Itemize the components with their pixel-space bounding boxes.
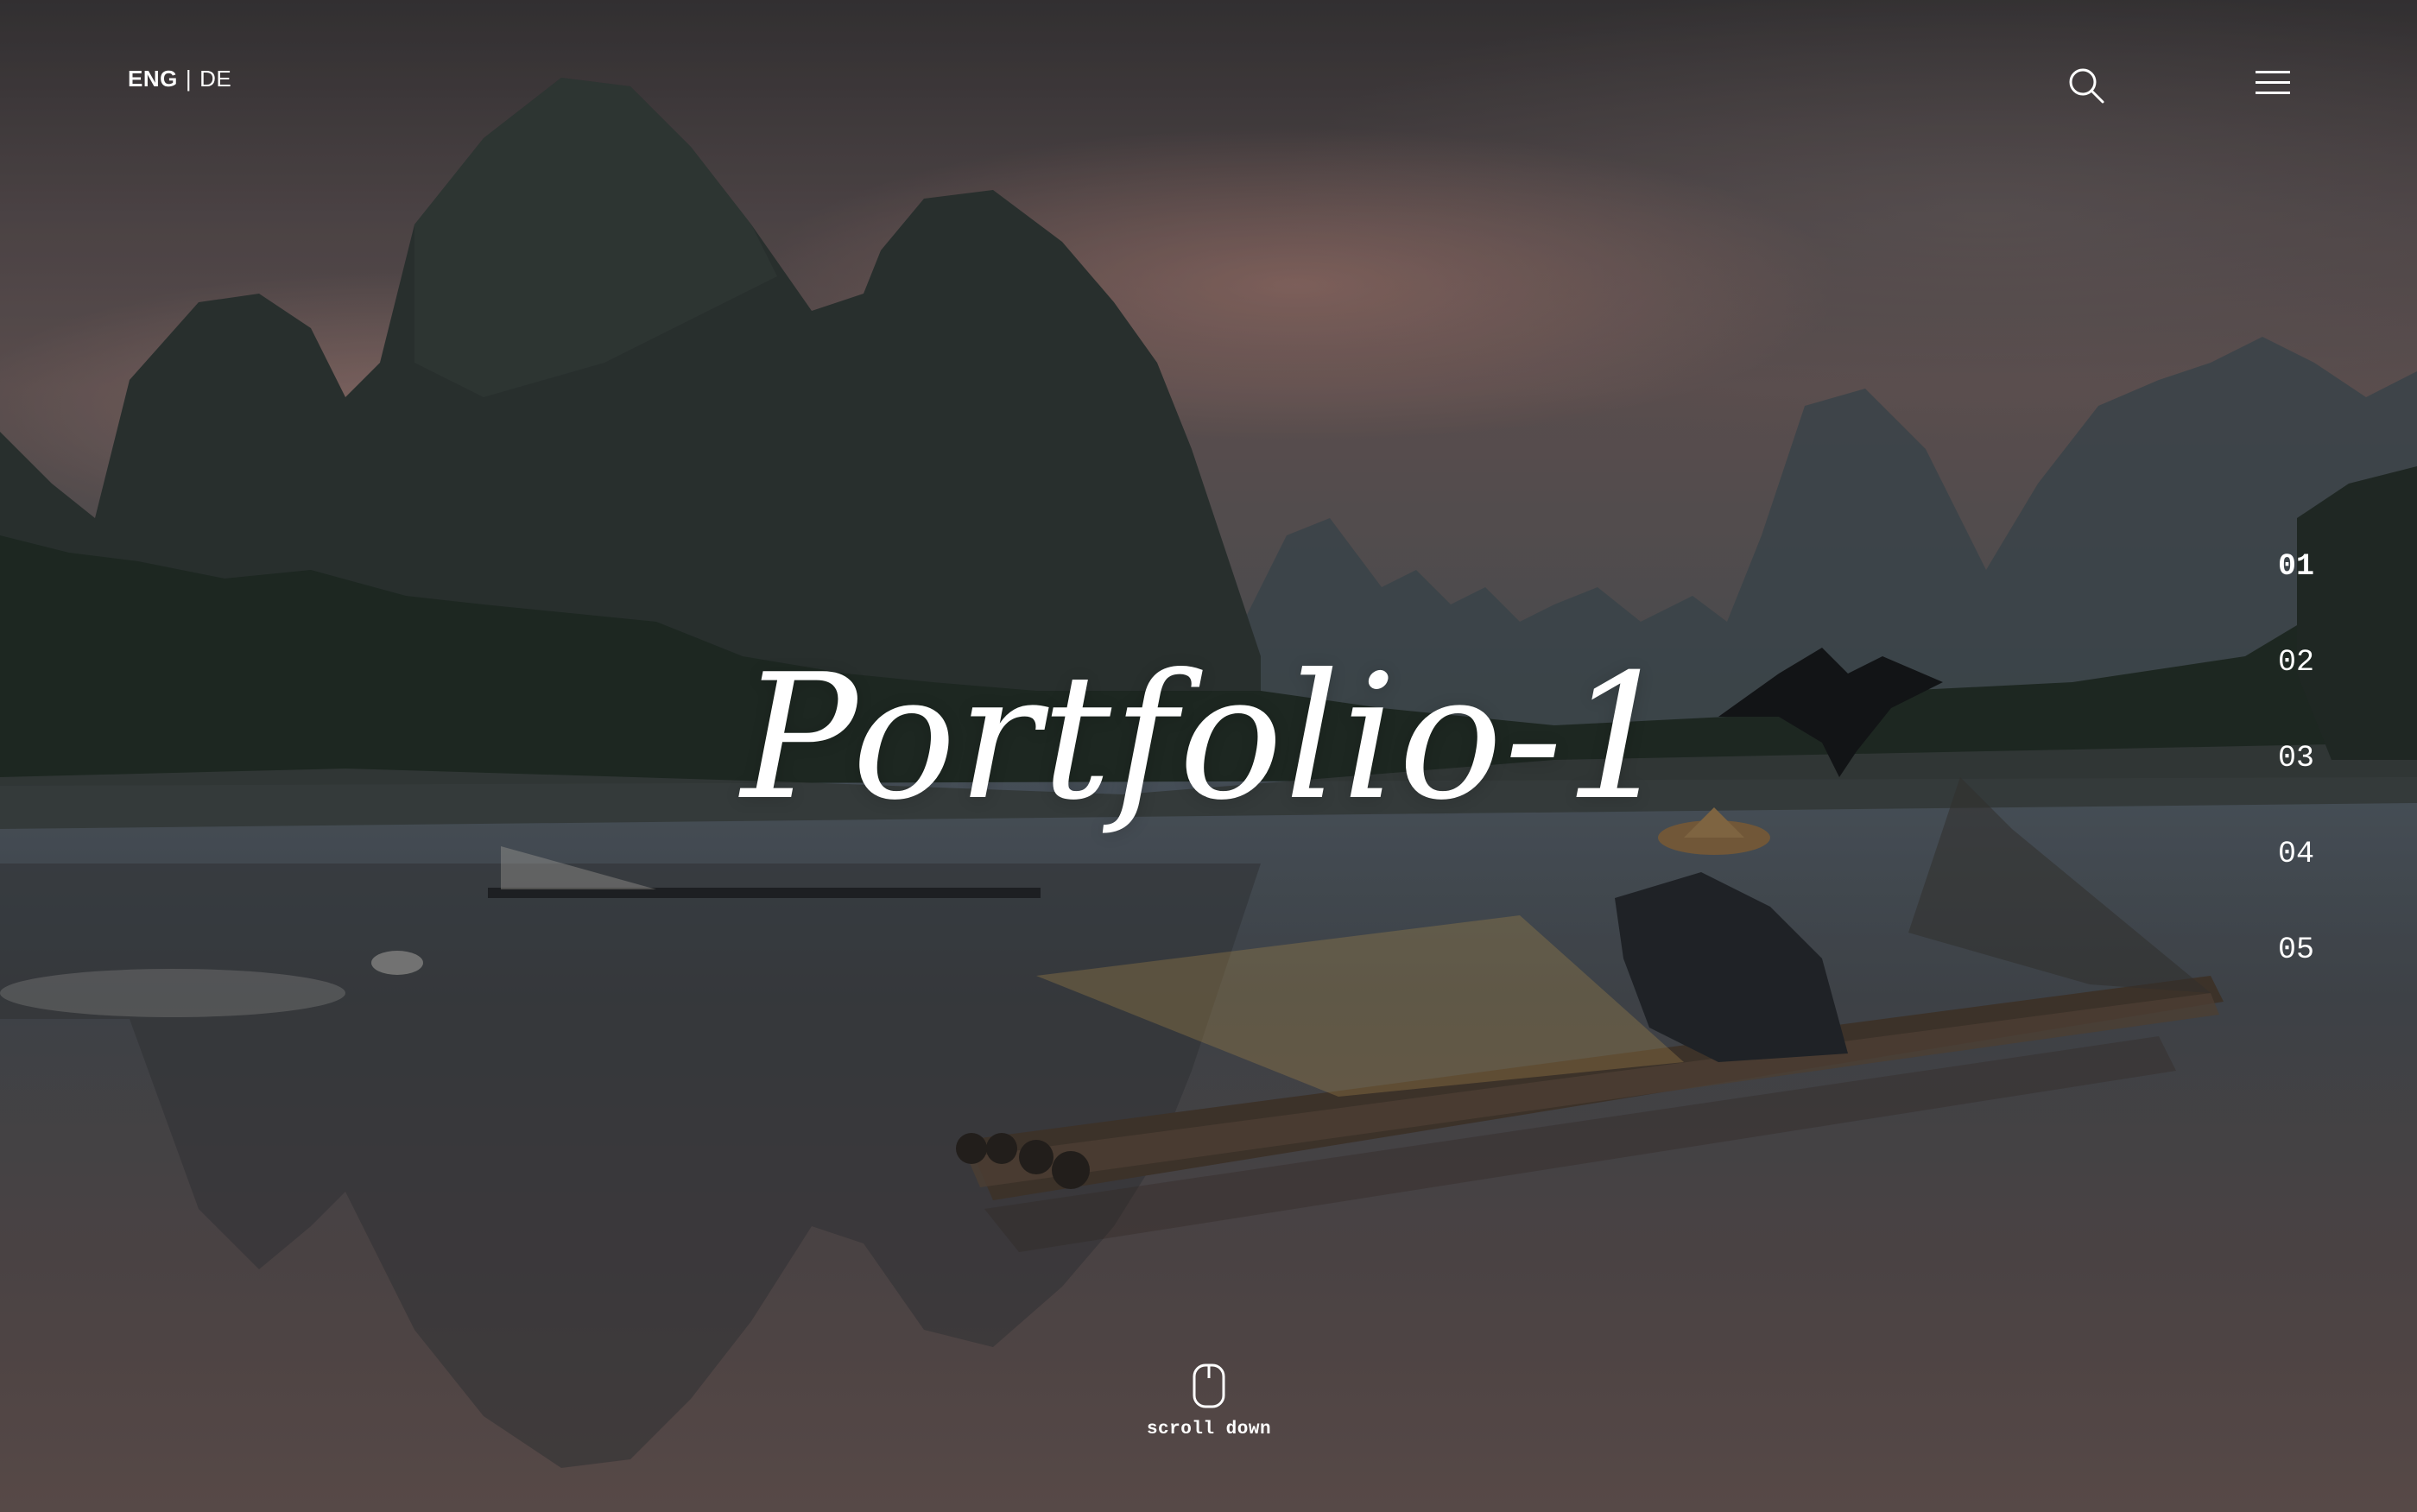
language-switcher: ENG | DE bbox=[128, 66, 231, 92]
slide-nav-item[interactable]: 04 bbox=[2245, 837, 2314, 933]
scroll-down-label: scroll down bbox=[1146, 1420, 1272, 1439]
slide-nav-item[interactable]: 02 bbox=[2245, 645, 2314, 741]
lang-separator: | bbox=[185, 66, 193, 92]
mouse-icon bbox=[1193, 1363, 1225, 1408]
slide-nav-item[interactable]: 05 bbox=[2245, 933, 2314, 1028]
menu-button[interactable] bbox=[2254, 69, 2292, 97]
page-title: Portfolio-1 bbox=[741, 637, 1676, 838]
slide-nav-item[interactable]: 03 bbox=[2245, 741, 2314, 837]
lang-eng-link[interactable]: ENG bbox=[128, 66, 178, 92]
lang-de-link[interactable]: DE bbox=[199, 66, 231, 92]
slide-nav-item[interactable]: 01 bbox=[2245, 549, 2314, 645]
slide-pagination: 01 02 03 04 05 bbox=[2245, 549, 2314, 1028]
scroll-down-button[interactable]: scroll down bbox=[1123, 1363, 1295, 1439]
hamburger-menu-icon bbox=[2256, 71, 2290, 94]
search-icon bbox=[2069, 68, 2104, 104]
search-button[interactable] bbox=[2066, 66, 2106, 105]
hero-section: ENG | DE Portfolio-1 01 02 03 04 05 scro… bbox=[0, 0, 2417, 1512]
